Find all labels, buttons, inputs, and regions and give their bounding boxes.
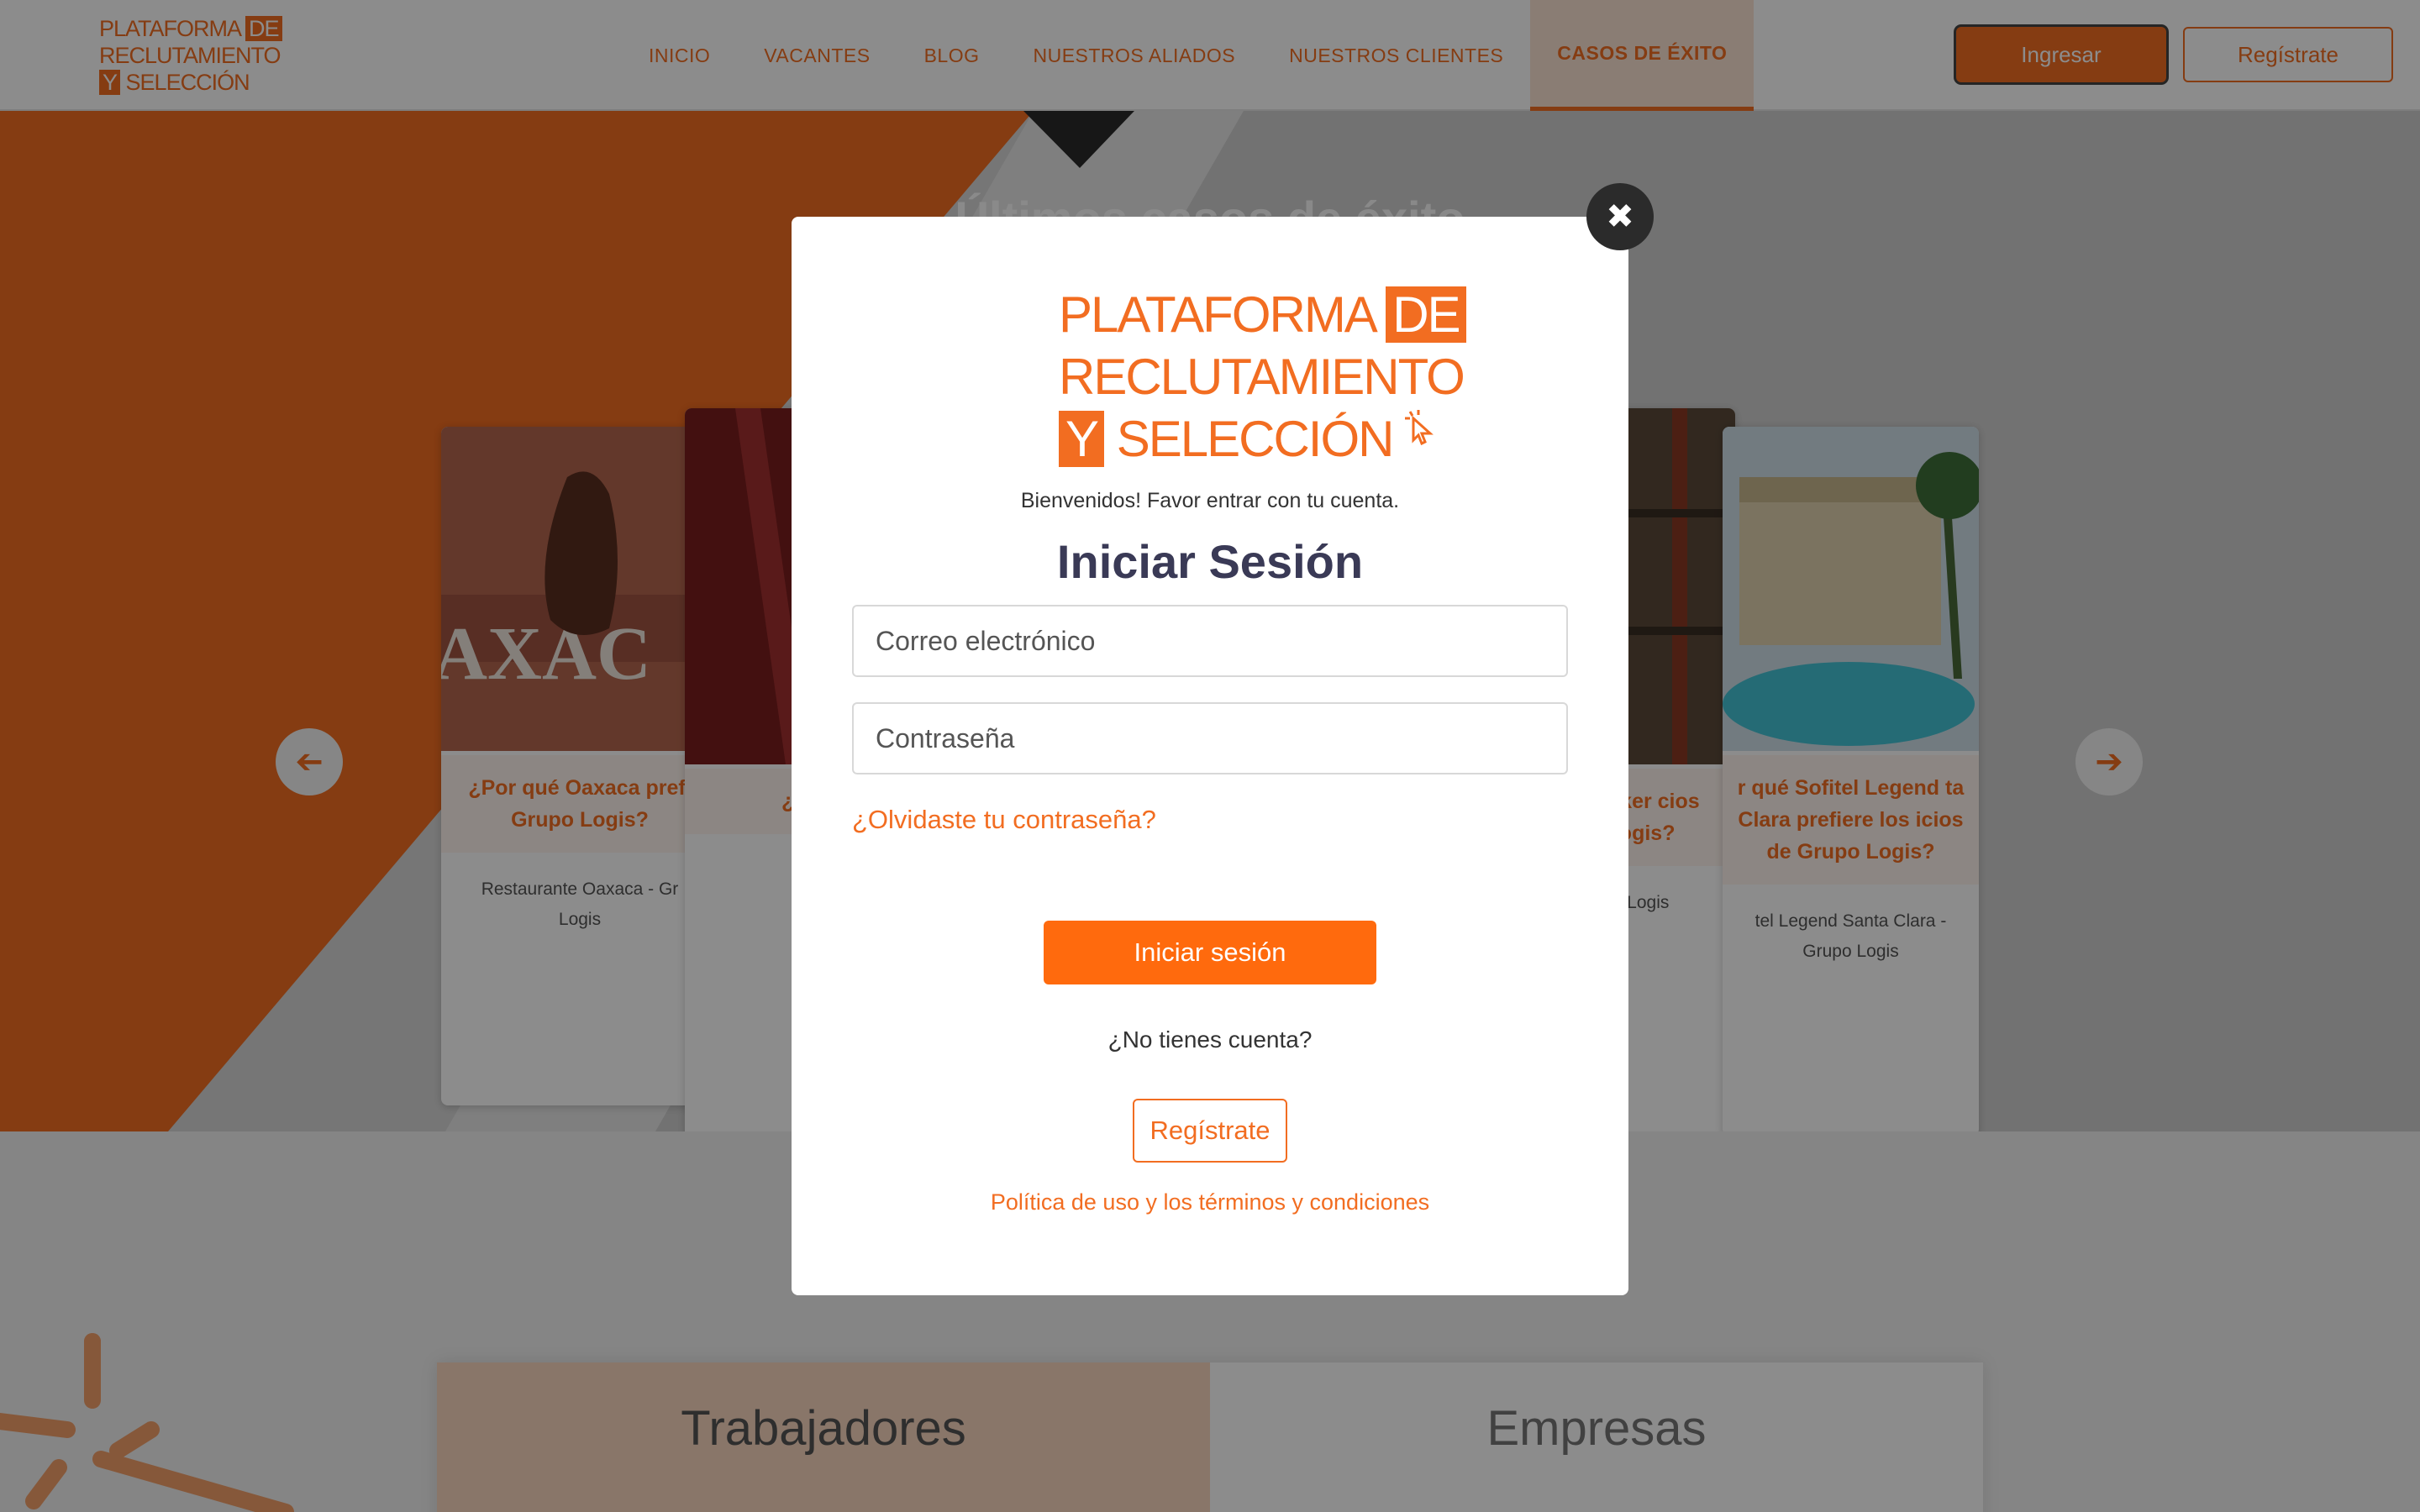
- modal-logo-line1: PLATAFORMA: [1059, 286, 1376, 343]
- modal-brand-logo: PLATAFORMA DE RECLUTAMIENTO Y SELECCIÓN: [1059, 284, 1466, 470]
- login-modal: PLATAFORMA DE RECLUTAMIENTO Y SELECCIÓN …: [792, 217, 1628, 1295]
- modal-heading: Iniciar Sesión: [1056, 535, 1364, 588]
- login-button[interactable]: Iniciar sesión: [1044, 921, 1376, 984]
- register-button[interactable]: Regístrate: [1133, 1099, 1287, 1163]
- welcome-text: Bienvenidos! Favor entrar con tu cuenta.: [1020, 489, 1400, 512]
- terms-link[interactable]: Política de uso y los términos y condici…: [792, 1189, 1628, 1215]
- cursor-click-icon: [1405, 410, 1434, 446]
- password-field[interactable]: Contraseña: [852, 702, 1568, 774]
- modal-logo-line3: SELECCIÓN: [1116, 411, 1395, 467]
- close-icon[interactable]: ✖: [1586, 183, 1654, 250]
- email-field[interactable]: Correo electrónico: [852, 605, 1568, 677]
- forgot-password-link[interactable]: ¿Olvidaste tu contraseña?: [852, 805, 1156, 835]
- modal-logo-box2: Y: [1059, 411, 1105, 467]
- no-account-text: ¿No tienes cuenta?: [1107, 1026, 1313, 1053]
- modal-logo-box1: DE: [1386, 286, 1466, 343]
- modal-logo-line2: RECLUTAMIENTO: [1059, 349, 1465, 405]
